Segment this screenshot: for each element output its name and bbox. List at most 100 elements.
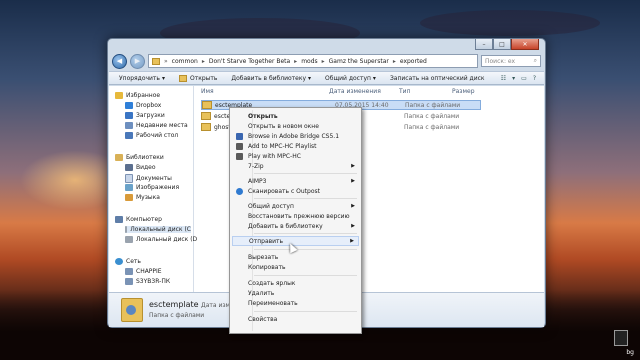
open-button[interactable]: Открыть	[178, 74, 217, 82]
view-controls: ☷ ▾ ▭ ?	[501, 75, 544, 82]
breadcrumb[interactable]: Don't Starve Together Beta	[209, 58, 290, 65]
chevron-down-icon: ▾	[308, 74, 312, 82]
menu-item-aimp3[interactable]: AIMP3 ▶	[232, 176, 359, 186]
menu-item-open-new-window[interactable]: Открыть в новом окне	[232, 121, 359, 131]
menu-item-mpc-playlist[interactable]: Add to MPC-HC Playlist	[232, 141, 359, 151]
tray-widget[interactable]: bg	[610, 330, 634, 356]
wallpaper-cloud	[420, 10, 600, 36]
view-icon[interactable]: ☷	[501, 75, 506, 82]
chevron-down-icon[interactable]: ▾	[512, 75, 515, 82]
folder-icon	[202, 101, 212, 109]
sidebar-item-recent[interactable]: Недавние места	[125, 122, 188, 129]
details-date-label: Дата изм	[201, 302, 231, 309]
tray-label: bg	[626, 349, 634, 356]
folder-icon	[201, 123, 211, 131]
sidebar-item-music[interactable]: Музыка	[125, 194, 160, 201]
recent-places-icon	[125, 122, 133, 129]
document-icon	[125, 174, 133, 183]
column-size[interactable]: Размер	[452, 88, 475, 95]
help-icon[interactable]: ?	[533, 75, 536, 82]
menu-item-properties[interactable]: Свойства	[232, 314, 359, 324]
mpc-icon	[236, 152, 243, 160]
menu-item-adobe-bridge[interactable]: Browse in Adobe Bridge CS5.1	[232, 131, 359, 141]
menu-item-mpc-play[interactable]: Play with MPC-HC	[232, 151, 359, 161]
navigation-row: ◀ ▶ » common ▸ Don't Starve Together Bet…	[112, 53, 541, 69]
network-icon	[115, 258, 123, 265]
desktop-icon	[125, 132, 133, 139]
burn-button[interactable]: Записать на оптический диск	[390, 75, 485, 82]
submenu-arrow-icon: ▶	[351, 203, 355, 209]
sidebar-item-favorites[interactable]: Избранное	[115, 92, 160, 99]
library-icon	[115, 154, 123, 161]
menu-item-add-to-library[interactable]: Добавить в библиотеку ▶	[232, 221, 359, 231]
search-input[interactable]: Поиск: ex ⌕	[481, 55, 541, 67]
sidebar-item-computer[interactable]: Компьютер	[115, 216, 162, 223]
command-bar: Упорядочить ▾ Открыть Добавить в библиоте…	[109, 71, 544, 85]
menu-item-7zip[interactable]: 7-Zip ▶	[232, 161, 359, 171]
column-date[interactable]: Дата изменения	[329, 88, 381, 95]
sidebar-item-network[interactable]: Сеть	[115, 258, 141, 265]
menu-item-copy[interactable]: Копировать	[232, 262, 359, 272]
breadcrumb[interactable]: mods	[301, 58, 317, 65]
bridge-icon	[236, 132, 243, 140]
menu-item-rename[interactable]: Переименовать	[232, 298, 359, 308]
breadcrumb[interactable]: exported	[400, 58, 427, 65]
column-type[interactable]: Тип	[399, 88, 411, 95]
preview-pane-icon[interactable]: ▭	[521, 75, 527, 82]
search-icon: ⌕	[533, 57, 537, 64]
sidebar-item-disk-d[interactable]: Локальный диск (D	[125, 236, 197, 243]
chevron-down-icon: ▾	[161, 74, 165, 82]
video-icon	[125, 164, 133, 171]
sidebar-item-documents[interactable]: Документы	[125, 174, 172, 183]
folder-icon	[201, 112, 211, 120]
downloads-icon	[125, 112, 133, 119]
image-icon	[125, 184, 133, 191]
maximize-icon: □	[499, 40, 505, 48]
outpost-icon	[236, 187, 243, 195]
submenu-arrow-icon: ▶	[350, 238, 354, 244]
menu-item-delete[interactable]: Удалить	[232, 288, 359, 298]
details-name: esctemplate	[149, 300, 199, 309]
organize-button[interactable]: Упорядочить ▾	[119, 75, 165, 82]
sidebar-item-libraries[interactable]: Библиотеки	[115, 154, 164, 161]
sidebar-item-desktop[interactable]: Рабочий стол	[125, 132, 178, 139]
sidebar-item-downloads[interactable]: Загрузки	[125, 112, 165, 119]
breadcrumb[interactable]: Gamz the Superstar	[329, 58, 389, 65]
menu-item-send-to[interactable]: Отправить ▶	[232, 236, 359, 246]
file-type: Папка с файлами	[405, 101, 461, 109]
menu-item-restore-version[interactable]: Восстановить прежнюю версию	[232, 211, 359, 221]
menu-item-cut[interactable]: Вырезать	[232, 252, 359, 262]
sidebar-item-pictures[interactable]: Изображения	[125, 184, 179, 191]
minimize-button[interactable]: –	[475, 39, 493, 50]
breadcrumb[interactable]: common	[172, 58, 198, 65]
submenu-arrow-icon: ▶	[351, 178, 355, 184]
menu-item-create-shortcut[interactable]: Создать ярлык	[232, 278, 359, 288]
title-bar[interactable]: – □ ✕	[108, 39, 545, 53]
computer-icon	[125, 278, 133, 285]
sidebar-item-disk-c[interactable]: Локальный диск (C	[125, 226, 191, 233]
add-to-library-button[interactable]: Добавить в библиотеку ▾	[231, 75, 311, 82]
sidebar-item-host-chappie[interactable]: CHAPPIE	[125, 268, 162, 275]
navigation-pane: Избранное Dropbox Загрузки Недавние мест…	[109, 86, 197, 292]
menu-item-open[interactable]: Открыть	[232, 111, 359, 121]
cube-icon	[614, 330, 628, 346]
back-button[interactable]: ◀	[112, 53, 127, 69]
maximize-button[interactable]: □	[493, 39, 511, 50]
menu-item-outpost-scan[interactable]: Сканировать с Outpost	[232, 186, 359, 196]
close-button[interactable]: ✕	[511, 39, 539, 50]
folder-icon	[152, 57, 160, 65]
minimize-icon: –	[482, 40, 486, 48]
sidebar-item-video[interactable]: Видео	[125, 164, 156, 171]
music-icon	[125, 194, 133, 201]
sidebar-item-dropbox[interactable]: Dropbox	[125, 102, 161, 109]
address-bar[interactable]: » common ▸ Don't Starve Together Beta ▸ …	[148, 54, 478, 68]
details-kind: Папка с файлами	[149, 312, 205, 319]
menu-item-share[interactable]: Общий доступ ▶	[232, 201, 359, 211]
column-name[interactable]: Имя	[201, 88, 214, 95]
file-type: Папка с файлами	[404, 112, 460, 120]
share-button[interactable]: Общий доступ ▾	[325, 75, 376, 82]
forward-button[interactable]: ▶	[130, 53, 145, 69]
sidebar-item-host-s3yb3r[interactable]: S3YB3R-ПК	[125, 278, 170, 285]
search-placeholder: Поиск: ex	[485, 57, 516, 65]
mpc-icon	[236, 142, 243, 150]
